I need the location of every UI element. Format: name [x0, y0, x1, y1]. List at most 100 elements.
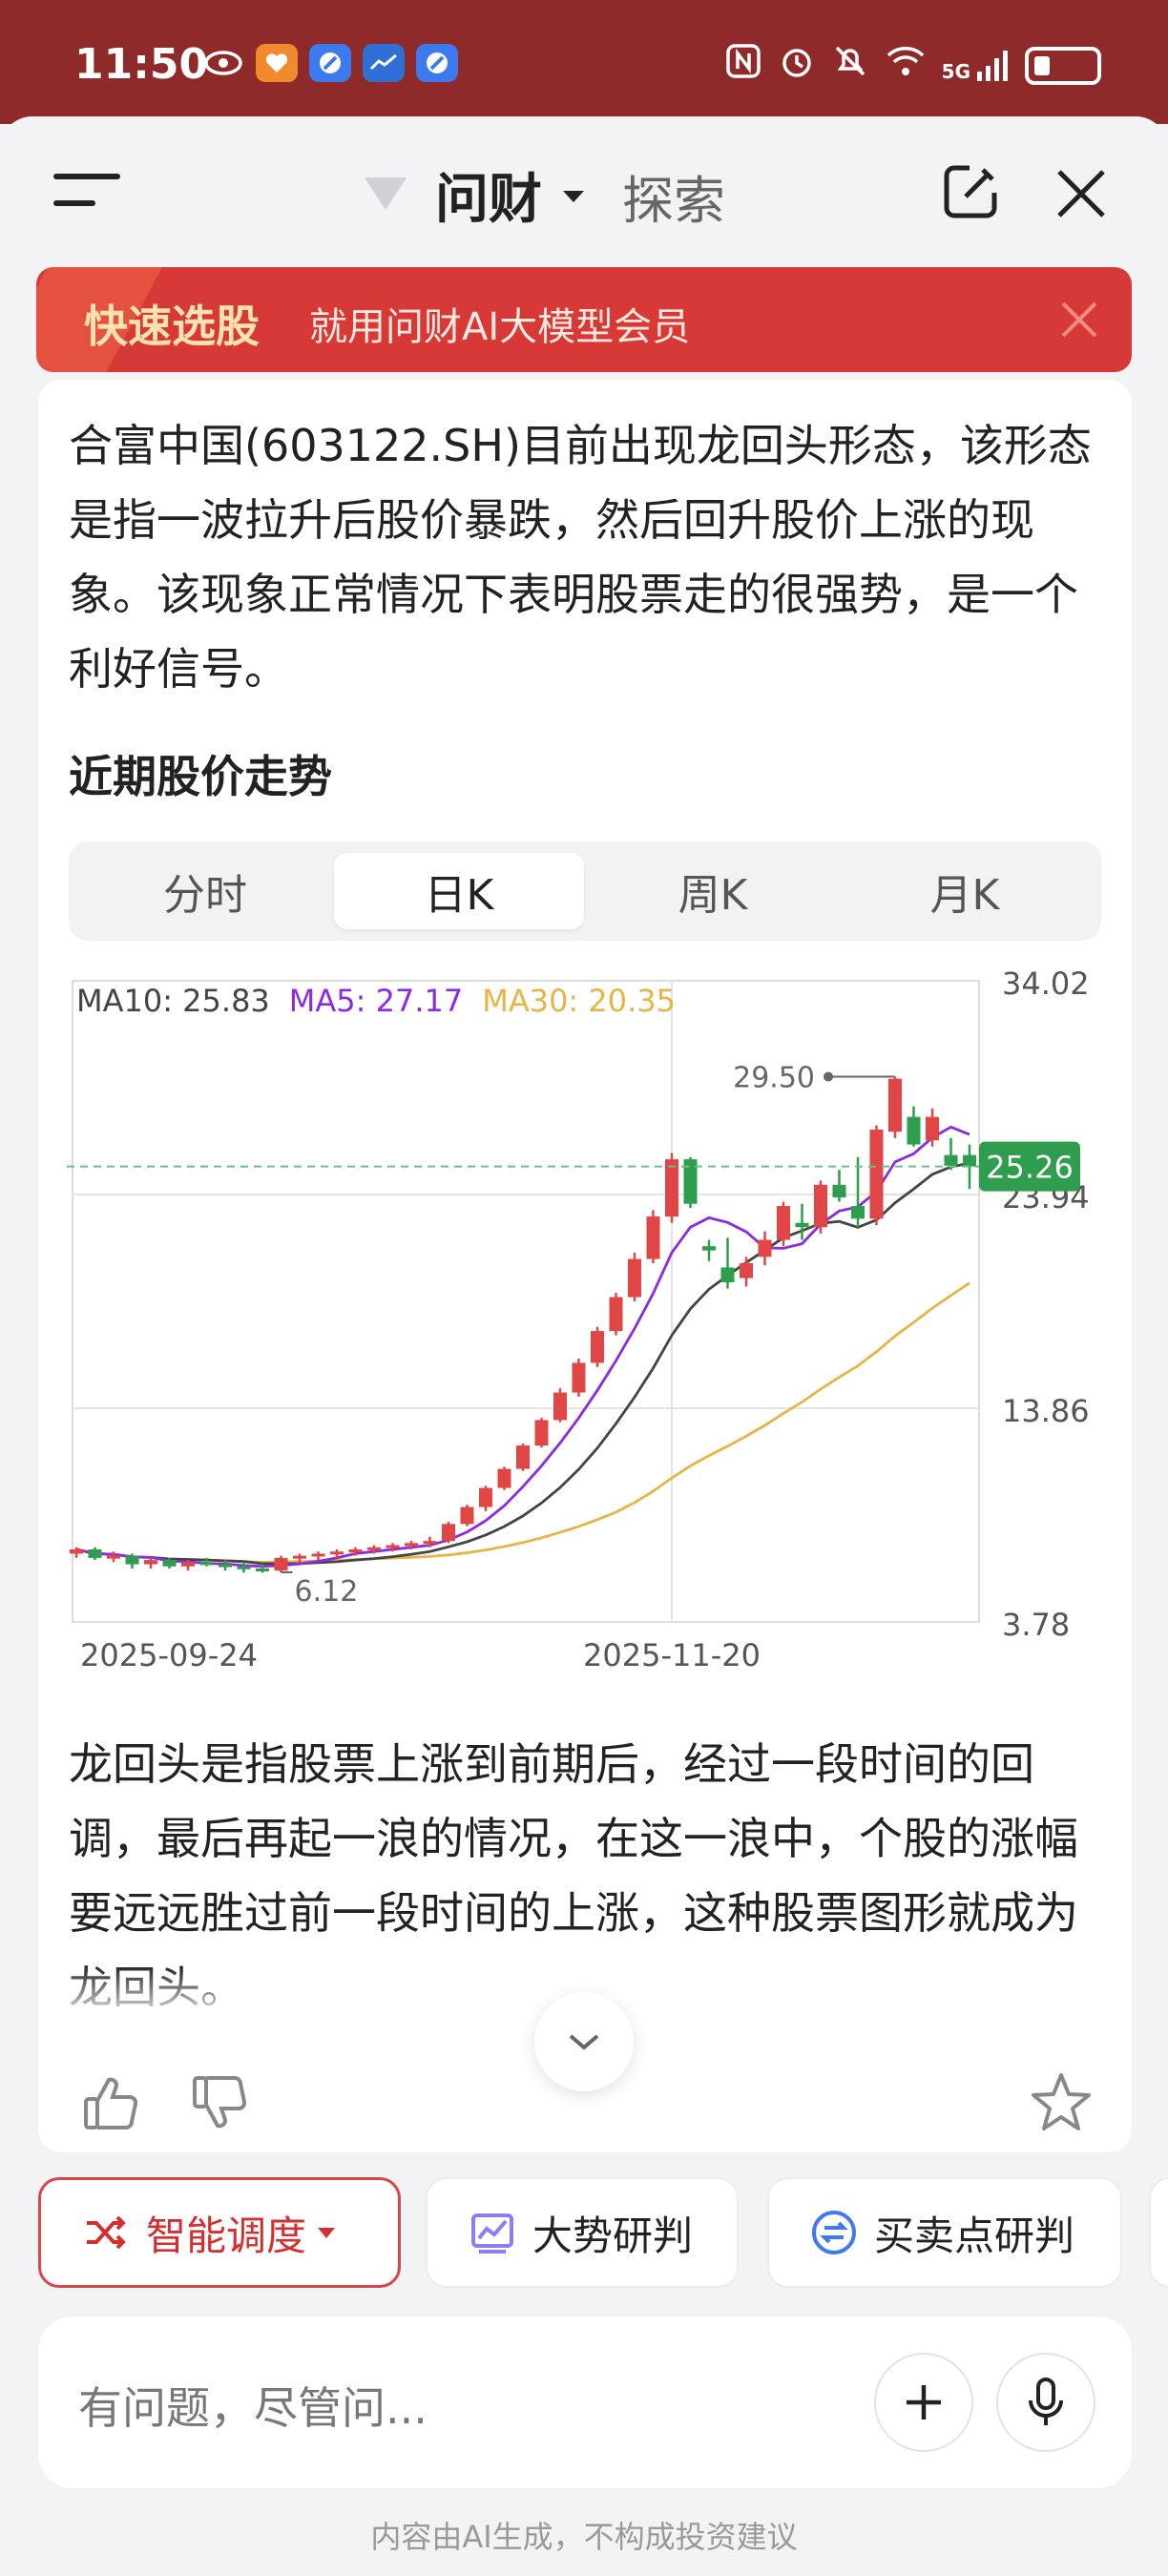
add-button[interactable] — [874, 2353, 973, 2452]
candle-body — [256, 1568, 269, 1571]
market-trend-label: 大势研判 — [532, 2212, 694, 2259]
ma-legend-item: MA30: 20.35 — [482, 983, 676, 1019]
x-tick-label: 2025-09-24 — [80, 1637, 258, 1673]
ma-legend-item: MA5: 27.17 — [289, 983, 463, 1019]
status-system-icons: 5G — [724, 42, 1101, 89]
candle-body — [609, 1297, 623, 1332]
ai-disclaimer: 内容由AI生成，不构成投资建议 — [370, 2519, 798, 2555]
scroll-down-button[interactable] — [534, 1992, 634, 2091]
candle-body — [795, 1222, 809, 1228]
candle-body — [460, 1506, 474, 1525]
status-bar: 11:50 5G — [0, 0, 1168, 124]
candle-body — [591, 1331, 604, 1363]
x-tick-label: 2025-11-20 — [583, 1637, 761, 1673]
candlestick-chart[interactable]: 34.0223.9413.863.7825.2629.506.12MA10: 2… — [38, 964, 1132, 1689]
candle-body — [497, 1468, 511, 1488]
trade-point-label: 买卖点研判 — [874, 2212, 1075, 2259]
candle-body — [405, 1543, 418, 1547]
menu-icon[interactable] — [53, 174, 120, 212]
candle-body — [534, 1420, 549, 1446]
banner-close-icon[interactable] — [1057, 298, 1101, 342]
candle-body — [553, 1392, 567, 1421]
candle-body — [181, 1562, 195, 1567]
close-icon[interactable] — [1053, 166, 1109, 221]
candle-body — [162, 1560, 177, 1567]
candle-body — [423, 1541, 437, 1545]
banner-badge: 快速选股 — [84, 301, 260, 352]
candle-body — [720, 1267, 735, 1282]
question-input[interactable]: 有问题，尽管问... — [78, 2374, 428, 2437]
candle-body — [851, 1206, 865, 1219]
shuffle-icon — [87, 2215, 126, 2250]
candle-body — [274, 1557, 288, 1571]
market-trend-button[interactable]: 大势研判 — [426, 2177, 739, 2288]
trade-point-button[interactable]: 买卖点研判 — [767, 2177, 1122, 2288]
smart-dispatch-label: 智能调度 — [146, 2212, 307, 2259]
tab-weekly-k[interactable]: 周K — [588, 853, 838, 929]
browser-app-icon — [309, 44, 351, 82]
tab-explore[interactable]: 探索 — [622, 158, 725, 234]
favorite-star-icon[interactable] — [1029, 2070, 1094, 2135]
candle-body — [144, 1560, 157, 1565]
tab-daily-k[interactable]: 日K — [334, 853, 584, 929]
exchange-icon — [812, 2211, 856, 2254]
period-tabs: 分时 日K 周K 月K — [69, 841, 1101, 941]
banner-text: 就用问财AI大模型会员 — [309, 305, 691, 349]
candle-body — [442, 1524, 455, 1542]
candle-body — [367, 1547, 381, 1550]
candle-body — [740, 1263, 753, 1278]
new-chat-icon[interactable] — [941, 162, 1000, 221]
chevron-down-icon[interactable] — [563, 191, 584, 202]
candle-body — [70, 1549, 83, 1554]
voice-button[interactable] — [996, 2353, 1095, 2452]
smart-dispatch-button[interactable]: 智能调度 — [38, 2177, 401, 2288]
candle-body — [293, 1555, 306, 1559]
candle-body — [219, 1564, 232, 1568]
candle-body — [311, 1553, 325, 1557]
candle-body — [758, 1239, 772, 1257]
alarm-icon — [778, 42, 816, 89]
thumbs-up-icon[interactable] — [80, 2072, 141, 2133]
chevron-down-icon — [569, 2034, 599, 2050]
browser-app-icon-2 — [416, 44, 458, 82]
current-price-label: 25.26 — [986, 1150, 1074, 1186]
chevron-down-icon — [318, 2227, 336, 2238]
candle-body — [386, 1545, 400, 1548]
candle-body — [777, 1206, 790, 1240]
thumbs-down-icon[interactable] — [189, 2072, 250, 2133]
status-app-icons — [202, 44, 458, 82]
signal-icon: 5G — [942, 49, 1010, 83]
candle-body — [572, 1362, 586, 1393]
promo-banner[interactable]: 快速选股 就用问财AI大模型会员 — [36, 267, 1132, 372]
trend-chart-icon — [471, 2213, 513, 2254]
candle-body — [963, 1154, 976, 1167]
nfc-icon — [724, 42, 762, 89]
plus-icon — [907, 2385, 941, 2420]
candle-body — [944, 1154, 958, 1166]
candle-body — [665, 1159, 678, 1217]
candle-body — [125, 1555, 139, 1565]
candle-body — [107, 1555, 120, 1559]
more-chip-partial[interactable] — [1149, 2177, 1168, 2288]
low-marker-label: 6.12 — [295, 1575, 359, 1609]
candle-body — [646, 1216, 660, 1259]
high-marker-label: 29.50 — [733, 1061, 815, 1094]
tab-wencai[interactable]: 问财 — [435, 156, 542, 234]
high-marker-dot — [824, 1071, 833, 1082]
candle-body — [88, 1549, 102, 1558]
tab-monthly-k[interactable]: 月K — [840, 853, 1090, 929]
intro-paragraph: 合富中国(603122.SH)目前出现龙回头形态，该形态是指一波拉升后股价暴跌，… — [69, 420, 1092, 695]
y-tick-label: 34.02 — [1002, 966, 1090, 1002]
heart-app-icon — [256, 44, 298, 82]
header: 问财 探索 — [0, 116, 1168, 260]
candle-body — [348, 1549, 363, 1552]
tab-intraday[interactable]: 分时 — [80, 853, 330, 929]
y-tick-label: 3.78 — [1002, 1607, 1070, 1643]
y-tick-label: 13.86 — [1002, 1393, 1090, 1429]
logo-icon — [365, 177, 407, 210]
section-title: 近期股价走势 — [69, 751, 332, 802]
ma30-line — [75, 1281, 970, 1564]
candle-body — [516, 1445, 530, 1469]
candle-body — [330, 1551, 344, 1555]
candle-body — [628, 1258, 641, 1298]
